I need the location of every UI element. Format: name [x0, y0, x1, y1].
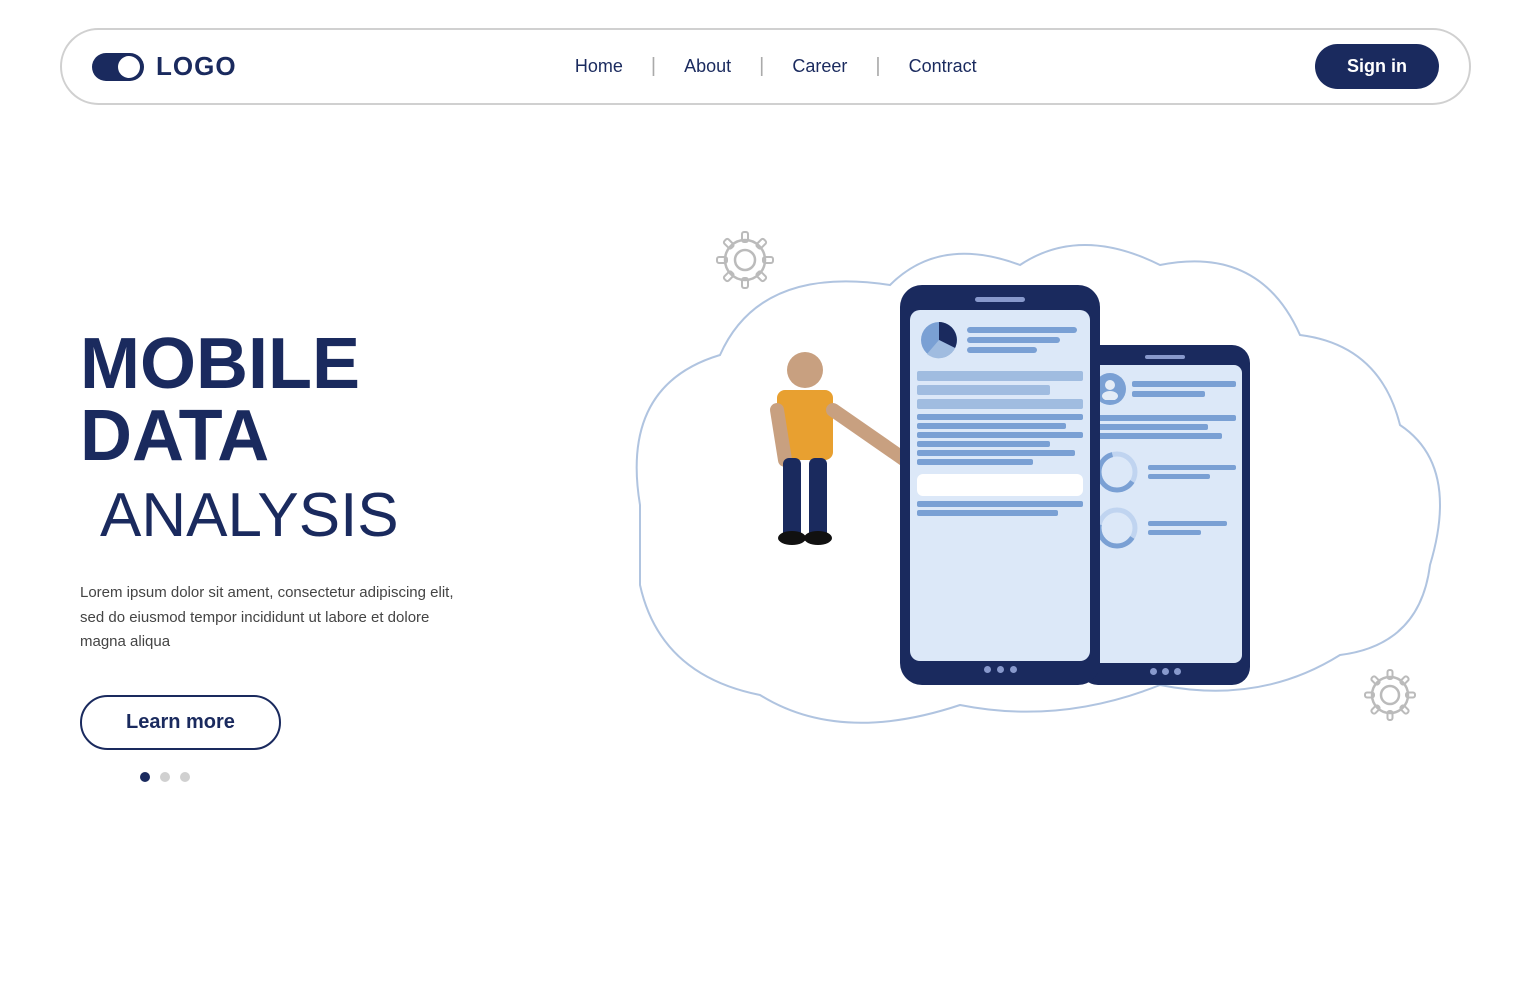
phone-dot: [1174, 668, 1181, 675]
phone-dot: [984, 666, 991, 673]
c-line: [1148, 530, 1201, 535]
pie-area: [917, 318, 1083, 362]
phone-screen-large: [910, 310, 1090, 661]
text-line: [917, 510, 1058, 516]
mini-bars-right: [967, 327, 1083, 353]
toggle-knob: [118, 56, 140, 78]
text-line: [917, 414, 1083, 420]
phone-dots-row: [910, 666, 1090, 673]
circle-text-lines-2: [1148, 505, 1236, 551]
nav-links: Home | About | Career | Contract: [547, 55, 1005, 78]
avatar-line: [1132, 391, 1205, 397]
dot-3[interactable]: [180, 772, 190, 782]
phone-dots-row-2: [1088, 668, 1242, 675]
text-line: [917, 423, 1066, 429]
phone-dot: [997, 666, 1004, 673]
logo-area: LOGO: [92, 51, 237, 82]
phone-dot: [1162, 668, 1169, 675]
pie-chart-icon: [917, 318, 961, 362]
toggle-icon[interactable]: [92, 53, 144, 81]
avatar-row: [1094, 373, 1236, 405]
person-figure: [777, 352, 905, 545]
circle-chart-2: [1094, 505, 1140, 551]
mini-bar: [967, 347, 1037, 353]
data-row: [917, 399, 1083, 409]
avatar-line: [1132, 381, 1236, 387]
data-row: [917, 385, 1050, 395]
data-row-group-1: [917, 371, 1083, 409]
nav-career[interactable]: Career: [764, 56, 875, 77]
phone-small: [1080, 345, 1250, 685]
right-illustration: [560, 205, 1451, 905]
hero-title-line2: ANALYSIS: [100, 480, 560, 551]
main-content: MOBILE DATA ANALYSIS Lorem ipsum dolor s…: [0, 165, 1531, 945]
gear-icon-bottom: [1365, 670, 1415, 720]
text-line: [1094, 433, 1222, 439]
c-line: [1148, 465, 1236, 470]
text-line: [917, 441, 1050, 447]
left-content: MOBILE DATA ANALYSIS Lorem ipsum dolor s…: [80, 328, 560, 782]
dot-1[interactable]: [140, 772, 150, 782]
signin-button[interactable]: Sign in: [1315, 44, 1439, 89]
circle-chart-1: [1094, 449, 1140, 495]
text-line: [917, 450, 1075, 456]
hero-title-line1: MOBILE DATA: [80, 328, 560, 472]
phone-large: [900, 285, 1100, 685]
gear-icon-top: [717, 232, 773, 288]
mini-bar: [967, 337, 1060, 343]
text-line: [1094, 415, 1236, 421]
dot-2[interactable]: [160, 772, 170, 782]
nav-about[interactable]: About: [656, 56, 759, 77]
phone-dot: [1010, 666, 1017, 673]
circle-text-lines-1: [1148, 449, 1236, 495]
text-lines-group: [917, 414, 1083, 465]
nav-home[interactable]: Home: [547, 56, 651, 77]
phone-dot: [1150, 668, 1157, 675]
phone-screen-small: [1088, 365, 1242, 663]
text-lines-group-phone2: [1094, 415, 1236, 439]
logo-text: LOGO: [156, 51, 237, 82]
person-icon: [1100, 378, 1120, 400]
c-line: [1148, 474, 1210, 479]
circle-charts: [1094, 449, 1236, 495]
c-line: [1148, 521, 1227, 526]
phone-speaker: [975, 297, 1025, 302]
circle-charts-2: [1094, 505, 1236, 551]
text-line: [917, 432, 1083, 438]
learn-more-button[interactable]: Learn more: [80, 695, 281, 750]
mini-bar: [967, 327, 1077, 333]
nav-contract[interactable]: Contract: [881, 56, 1005, 77]
text-line: [1094, 424, 1208, 430]
text-line: [917, 501, 1083, 507]
navbar: LOGO Home | About | Career | Contract Si…: [60, 28, 1471, 105]
text-line: [917, 459, 1033, 465]
hero-description: Lorem ipsum dolor sit ament, consectetur…: [80, 581, 460, 655]
text-lines-group-2: [917, 501, 1083, 516]
carousel-dots: [140, 772, 560, 782]
avatar-lines: [1132, 381, 1236, 397]
phone-speaker-2: [1145, 355, 1185, 359]
white-box: [917, 474, 1083, 496]
data-row: [917, 371, 1083, 381]
